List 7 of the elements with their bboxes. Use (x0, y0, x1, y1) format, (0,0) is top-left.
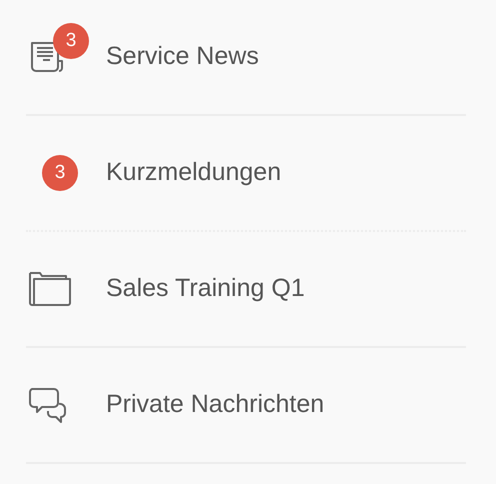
menu-item-label[interactable]: Kurzmeldungen (106, 154, 282, 192)
menu-item-label[interactable]: Private Nachrichten (106, 386, 324, 424)
count-badge: 3 (53, 23, 89, 59)
folder-icon (26, 269, 74, 309)
count-badge: 3 (42, 155, 78, 191)
menu-item-label[interactable]: Service News (106, 38, 259, 76)
menu-item-label[interactable]: Sales Training Q1 (106, 270, 305, 308)
